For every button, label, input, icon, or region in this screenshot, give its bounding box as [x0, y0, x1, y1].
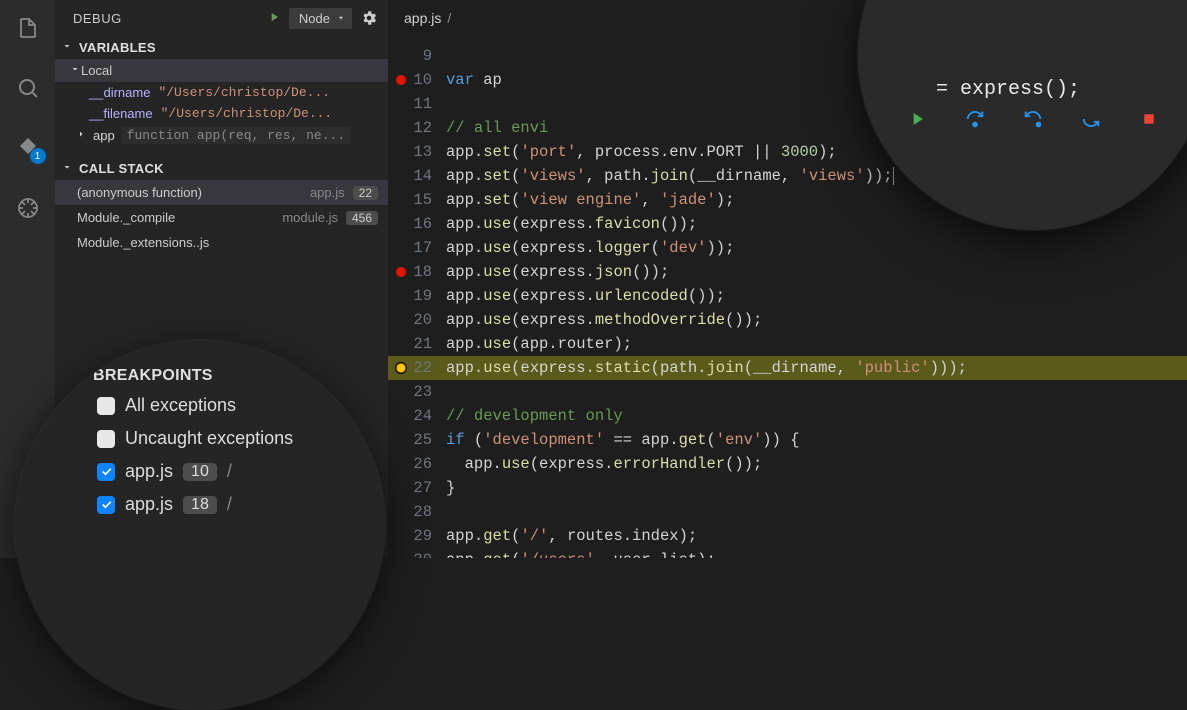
checkbox[interactable]	[97, 463, 115, 481]
line-number: 19	[388, 284, 446, 308]
line-number: 14	[388, 164, 446, 188]
callstack-frame[interactable]: Module._compilemodule.js456	[55, 205, 388, 230]
breakpoint-row[interactable]: All exceptions	[15, 389, 385, 422]
code-line[interactable]: 19app.use(express.urlencoded());	[388, 284, 1187, 308]
line-number: 20	[388, 308, 446, 332]
code-line[interactable]: 26 app.use(express.errorHandler());	[388, 452, 1187, 476]
code-line[interactable]: 20app.use(express.methodOverride());	[388, 308, 1187, 332]
git-badge: 1	[30, 148, 46, 164]
code-line[interactable]: 18app.use(express.json());	[388, 260, 1187, 284]
debug-header: DEBUG Node	[55, 0, 388, 36]
code-line[interactable]: 25if ('development' == app.get('env')) {	[388, 428, 1187, 452]
debug-icon[interactable]	[14, 194, 42, 222]
code-line[interactable]: 29app.get('/', routes.index);	[388, 524, 1187, 548]
callstack-frame[interactable]: Module._extensions..js	[55, 230, 388, 255]
step-over-button[interactable]	[964, 108, 986, 130]
code-line[interactable]: 21app.use(app.router);	[388, 332, 1187, 356]
breakpoint-dot[interactable]	[396, 75, 406, 85]
line-number: 23	[388, 380, 446, 404]
code-line[interactable]: 24// development only	[388, 404, 1187, 428]
code-line[interactable]: 23	[388, 380, 1187, 404]
express-snippet: = express();	[936, 78, 1080, 101]
line-number: 25	[388, 428, 446, 452]
line-number: 30	[388, 548, 446, 558]
code-line[interactable]: 27}	[388, 476, 1187, 500]
step-out-button[interactable]	[1080, 108, 1102, 130]
source-control-icon[interactable]: 1	[14, 134, 42, 162]
search-icon[interactable]	[14, 74, 42, 102]
debug-toolbar	[906, 108, 1160, 130]
line-number: 10	[388, 68, 446, 92]
breakpoints-lens: BREAKPOINTS All exceptionsUncaught excep…	[15, 340, 385, 710]
current-breakpoint-dot	[396, 363, 406, 373]
breakpoint-row[interactable]: app.js18/	[15, 488, 385, 521]
line-number: 15	[388, 188, 446, 212]
line-number: 27	[388, 476, 446, 500]
line-number: 12	[388, 116, 446, 140]
debug-config-select[interactable]: Node	[289, 8, 352, 29]
line-number: 29	[388, 524, 446, 548]
code-line[interactable]: 28	[388, 500, 1187, 524]
code-line[interactable]: 22app.use(express.static(path.join(__dir…	[388, 356, 1187, 380]
code-line[interactable]: 30app.get('/users', user.list);	[388, 548, 1187, 558]
continue-button[interactable]	[906, 108, 928, 130]
variables-section-header[interactable]: VARIABLES	[55, 36, 388, 59]
tab-separator: /	[447, 10, 451, 26]
breakpoint-dot[interactable]	[396, 267, 406, 277]
variable-row[interactable]: __dirname"/Users/christop/De...	[55, 82, 388, 103]
editor-tab[interactable]: app.js	[404, 10, 441, 26]
line-number: 22	[388, 356, 446, 380]
line-number: 28	[388, 500, 446, 524]
code-line[interactable]: 17app.use(express.logger('dev'));	[388, 236, 1187, 260]
callstack-section-header[interactable]: CALL STACK	[55, 157, 388, 180]
line-number: 13	[388, 140, 446, 164]
line-number: 17	[388, 236, 446, 260]
breakpoint-row[interactable]: Uncaught exceptions	[15, 422, 385, 455]
variable-row[interactable]: __filename"/Users/christop/De...	[55, 103, 388, 124]
checkbox[interactable]	[97, 496, 115, 514]
stop-button[interactable]	[1138, 108, 1160, 130]
debug-settings-button[interactable]	[360, 9, 378, 27]
checkbox[interactable]	[97, 430, 115, 448]
debug-sidebar: DEBUG Node VARIABLES Local __dirname"/Us…	[55, 0, 388, 558]
explorer-icon[interactable]	[14, 14, 42, 42]
line-number: 24	[388, 404, 446, 428]
editor-area: app.js / = express(); 910var ap1112// al…	[388, 0, 1187, 558]
breakpoint-row[interactable]: app.js10/	[15, 455, 385, 488]
callstack-frame[interactable]: (anonymous function)app.js22	[55, 180, 388, 205]
line-number: 11	[388, 92, 446, 116]
line-number: 16	[388, 212, 446, 236]
step-into-button[interactable]	[1022, 108, 1044, 130]
start-debug-button[interactable]	[267, 10, 281, 27]
line-number: 18	[388, 260, 446, 284]
debug-title: DEBUG	[73, 11, 122, 26]
variable-row-app[interactable]: app function app(req, res, ne...	[55, 124, 388, 147]
breakpoints-section-header[interactable]: BREAKPOINTS	[15, 362, 385, 389]
variables-scope-local[interactable]: Local	[55, 59, 388, 82]
line-number: 21	[388, 332, 446, 356]
line-number: 26	[388, 452, 446, 476]
line-number: 9	[388, 44, 446, 68]
checkbox[interactable]	[97, 397, 115, 415]
